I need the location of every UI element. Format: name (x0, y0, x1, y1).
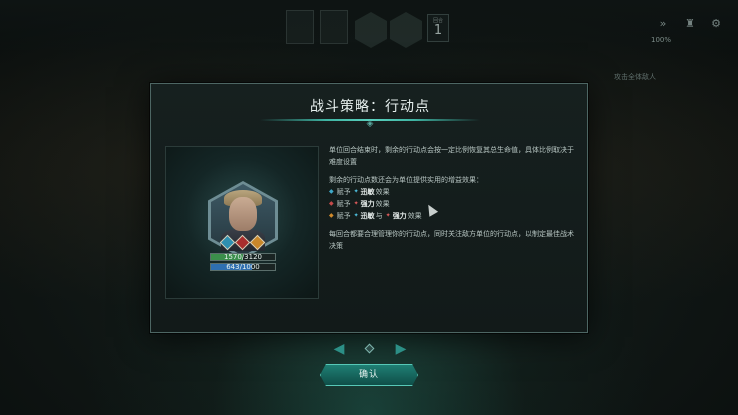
buff-keyword: 强力 (360, 200, 375, 208)
diamond-bullet-icon: ◆ (329, 212, 334, 219)
paragraph-1: 单位回合结束时，剩余的行动点会按一定比例恢复其总生命值，具体比例取决于难度设置 (329, 146, 574, 166)
buff-prefix: 赋予 (336, 188, 351, 196)
dialog-title: 战斗策略：行动点 (310, 99, 430, 115)
speed-label: 100% (651, 36, 672, 44)
buff-keyword-icon: ✦ (353, 200, 359, 207)
hp-text: 1570/3120 (224, 253, 262, 261)
page-indicator (364, 343, 375, 354)
buff-suffix: 效果 (407, 212, 422, 220)
turn-order-unit-active[interactable] (355, 12, 387, 48)
buff-keyword: 强力 (392, 212, 407, 220)
paragraph-3: 每回合都要合理管理你的行动点，同时关注敌方单位的行动点，以制定最佳战术决策 (329, 230, 574, 250)
top-bar: 回合 1 » ♜ ⚙ 100% (0, 0, 738, 50)
buff-suffix: 效果 (375, 200, 390, 208)
hp-bar: 1570/3120 (210, 253, 276, 261)
buff-keyword-icon: ✦ (353, 212, 359, 219)
buff-keyword: 迅敏 (360, 212, 375, 220)
hero-face (229, 197, 257, 231)
confirm-button[interactable]: 确认 (320, 364, 418, 386)
helmet-icon[interactable]: ♜ (681, 15, 699, 33)
fast-forward-icon[interactable]: » (654, 15, 672, 33)
turn-order-unit[interactable] (390, 12, 422, 48)
round-counter: 回合 1 (427, 14, 449, 42)
buff-list-item: ◆ 赋予 ✦ 迅敏与 ✦ 强力 效果 (329, 210, 575, 222)
emblem-icon: ◈ (366, 119, 374, 129)
dialog-body: 单位回合结束时，剩余的行动点会按一定比例恢复其总生命值，具体比例取决于难度设置 … (329, 144, 575, 252)
chevron-right-icon[interactable]: ▶ (395, 340, 407, 358)
page-navigator: ◀ ▶ (333, 340, 407, 358)
skill-hint: 攻击全体敌人 (614, 73, 656, 81)
tutorial-dialog: 战斗策略：行动点 ◈ 1570/3120 643/1000 单位回合结束时，剩余… (150, 83, 588, 333)
buff-keyword: 迅敏 (360, 188, 375, 196)
buff-keyword-icon: ✦ (385, 212, 391, 219)
unit-portrait-panel: 1570/3120 643/1000 (165, 146, 319, 299)
gear-icon[interactable]: ⚙ (707, 15, 725, 33)
chevron-left-icon[interactable]: ◀ (333, 340, 345, 358)
buff-keyword-icon: ✦ (353, 188, 359, 195)
paragraph-2: 剩余的行动点数还会为单位提供实用的增益效果： (329, 176, 483, 184)
turn-order-unit[interactable] (286, 10, 314, 44)
buff-list: ◆ 赋予 ✦ 迅敏 效果 ◆ 赋予 ✦ 强力 效果 ◆ 赋予 ✦ 迅敏与 ✦ 强力 效果 (329, 186, 575, 222)
turn-order-unit[interactable] (320, 10, 348, 44)
round-number: 1 (433, 23, 443, 38)
buff-connector: 与 (375, 212, 383, 220)
buff-list-item: ◆ 赋予 ✦ 迅敏 效果 (329, 186, 575, 198)
buff-suffix: 效果 (375, 188, 390, 196)
mp-bar: 643/1000 (210, 263, 276, 271)
diamond-bullet-icon: ◆ (329, 188, 334, 195)
buff-list-item: ◆ 赋予 ✦ 强力 效果 (329, 198, 575, 210)
buff-prefix: 赋予 (336, 200, 351, 208)
diamond-bullet-icon: ◆ (329, 200, 334, 207)
mp-text: 643/1000 (226, 263, 260, 271)
buff-prefix: 赋予 (336, 212, 351, 220)
